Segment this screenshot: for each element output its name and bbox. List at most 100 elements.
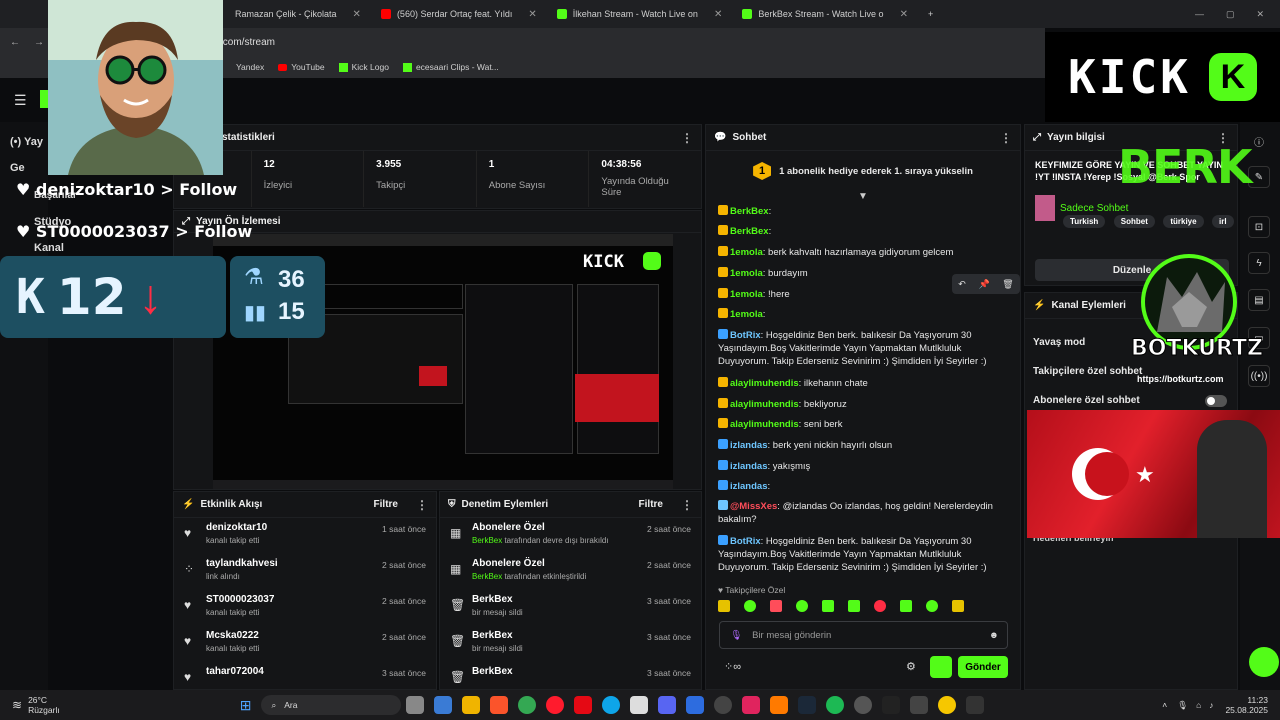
tab-controls[interactable] xyxy=(0,0,40,28)
app-icon[interactable] xyxy=(910,696,929,714)
emote-icon[interactable] xyxy=(900,600,912,612)
emote-icon[interactable] xyxy=(926,600,938,612)
close-window-icon[interactable]: ✕ xyxy=(1256,9,1264,20)
menu-icon[interactable]: ☰ xyxy=(14,92,27,109)
moderation-row[interactable]: ▦ Abonelere Özel BerkBex tarafından devre … xyxy=(440,518,701,554)
chat-username[interactable]: alaylimuhendis xyxy=(730,419,799,430)
clock[interactable]: 11:23 25.08.2025 xyxy=(1225,695,1268,715)
chat-username[interactable]: alaylimuhendis xyxy=(730,399,799,410)
browser-tab-1[interactable]: Ramazan Çelik - Çikolata ✕ xyxy=(225,0,371,28)
chat-message[interactable]: 1emola: berk kahvaltı hazırlamaya gidiyo… xyxy=(718,246,1010,259)
settings-icon[interactable]: ⚙ xyxy=(906,660,916,673)
back-icon[interactable]: ← xyxy=(10,37,20,48)
pinned-gift-banner[interactable]: 1 1 abonelik hediye ederek 1. sıraya yük… xyxy=(706,151,1020,191)
chat-username[interactable]: izlandas xyxy=(730,440,768,451)
sidebar-item-ge[interactable]: Ge xyxy=(10,162,25,174)
weather-widget[interactable]: ≋ 26°C Rüzgarlı xyxy=(12,695,60,715)
emote-icon[interactable] xyxy=(848,600,860,612)
close-icon[interactable]: ✕ xyxy=(528,9,536,20)
url-field[interactable]: .com/stream xyxy=(220,37,275,48)
chat-message[interactable]: izlandas: yakışmış xyxy=(718,460,1010,473)
copilot-icon[interactable] xyxy=(434,696,453,714)
close-icon[interactable]: ✕ xyxy=(714,9,722,20)
bookmark-kick-logo[interactable]: Kick Logo xyxy=(338,62,389,72)
app-icon[interactable] xyxy=(966,696,985,714)
emote-icon[interactable] xyxy=(718,600,730,612)
support-icon[interactable] xyxy=(1249,647,1279,677)
activity-row[interactable]: ⁘ taylandkahvesi link alındı 2 saat önce xyxy=(174,554,436,590)
moderation-row[interactable]: 🗑 BerkBex bir mesajı sildi 3 saat önce xyxy=(440,626,701,662)
more-icon[interactable]: ⋮ xyxy=(681,131,693,145)
browser-tab-3[interactable]: İlkehan Stream - Watch Live on ✕ xyxy=(547,0,733,28)
app-icon[interactable] xyxy=(686,696,705,714)
chat-username[interactable]: 1emola xyxy=(730,309,763,320)
taskbar-search[interactable]: ⌕ Ara xyxy=(261,695,402,715)
chat-username[interactable]: alaylimuhendis xyxy=(730,378,799,389)
opera-icon[interactable] xyxy=(546,696,565,714)
app-icon[interactable] xyxy=(630,696,649,714)
chat-message[interactable]: alaylimuhendis: ilkehanın chate xyxy=(718,377,1010,390)
tag-chip[interactable]: türkiye xyxy=(1163,215,1204,228)
kick-action-icon[interactable] xyxy=(930,656,952,678)
more-icon[interactable]: ⋮ xyxy=(416,498,428,512)
spotify-icon[interactable] xyxy=(826,696,845,714)
task-view-icon[interactable] xyxy=(406,696,425,714)
chat-message[interactable]: BotRix: Hoşgeldiniz Ben berk. balıkesir … xyxy=(718,535,1010,574)
subs-only-toggle[interactable] xyxy=(1205,395,1227,407)
mic-tray-icon[interactable]: 🎙 xyxy=(1177,700,1188,711)
file-explorer-icon[interactable] xyxy=(462,696,481,714)
mic-icon[interactable]: 🎙 xyxy=(730,630,742,641)
delete-icon[interactable]: 🗑 xyxy=(1002,279,1013,290)
sidebar-item-kanal[interactable]: Kanal xyxy=(34,242,64,254)
filter-button[interactable]: Filtre xyxy=(374,499,398,510)
chat-username[interactable]: BerkBex xyxy=(730,206,769,217)
bookmark-yandex[interactable]: Yandex xyxy=(236,62,264,72)
chat-username[interactable]: BotRix xyxy=(730,330,761,341)
edge-icon[interactable] xyxy=(602,696,621,714)
emote-icon[interactable] xyxy=(952,600,964,612)
tag-chip[interactable]: Turkish xyxy=(1063,215,1106,228)
chat-message[interactable]: izlandas: xyxy=(718,480,1010,493)
media-icon[interactable] xyxy=(742,696,761,714)
tag-chip[interactable]: Sohbet xyxy=(1113,215,1155,228)
discord-icon[interactable] xyxy=(658,696,677,714)
app-icon[interactable] xyxy=(854,696,873,714)
chat-message[interactable]: alaylimuhendis: seni berk xyxy=(718,418,1010,431)
chat-message[interactable]: izlandas: berk yeni nickin hayırlı olsun xyxy=(718,439,1010,452)
moderation-row[interactable]: 🗑 BerkBex 3 saat önce xyxy=(440,662,701,689)
volume-icon[interactable]: ♪ xyxy=(1209,700,1213,710)
chat-message[interactable]: @MissXes: @izlandas Oo izlandas, hoş gel… xyxy=(718,500,1010,526)
pin-icon[interactable]: 📌 xyxy=(978,279,989,290)
chat-username[interactable]: 1emola xyxy=(730,268,763,279)
brave-icon[interactable] xyxy=(490,696,509,714)
steam-icon[interactable] xyxy=(798,696,817,714)
chat-username[interactable]: 1emola xyxy=(730,289,763,300)
chat-username[interactable]: @MissXes xyxy=(730,501,777,512)
moderation-row[interactable]: 🗑 BerkBex bir mesajı sildi 3 saat önce xyxy=(440,590,701,626)
chat-username[interactable]: BotRix xyxy=(730,536,761,547)
browser-tab-4[interactable]: BerkBex Stream - Watch Live o ✕ xyxy=(732,0,918,28)
collapse-icon[interactable]: ▼ xyxy=(706,191,1020,202)
chrome-icon[interactable] xyxy=(518,696,537,714)
bookmark-ecesaari[interactable]: ecesaari Clips - Wat... xyxy=(402,62,499,72)
emote-icon[interactable] xyxy=(796,600,808,612)
chat-message[interactable]: 1emola: xyxy=(718,308,1010,321)
chat-message[interactable]: BotRix: Hoşgeldiniz Ben berk. balıkesir … xyxy=(718,329,1010,368)
more-icon[interactable]: ⋮ xyxy=(1000,131,1012,145)
chat-username[interactable]: BerkBex xyxy=(730,226,769,237)
activity-row[interactable]: ♥ tahar072004 3 saat önce xyxy=(174,662,436,689)
netflix-icon[interactable] xyxy=(574,696,593,714)
emoji-icon[interactable]: ☻ xyxy=(989,630,999,641)
filter-button[interactable]: Filtre xyxy=(639,499,663,510)
chat-input[interactable]: 🎙 Bir mesaj gönderin ☻ xyxy=(719,621,1008,649)
chat-username[interactable]: 1emola xyxy=(730,247,763,258)
forward-icon[interactable]: → xyxy=(34,37,44,48)
obs-icon[interactable] xyxy=(714,696,733,714)
chat-message[interactable]: alaylimuhendis: bekliyoruz xyxy=(718,398,1010,411)
network-icon[interactable]: ⌂ xyxy=(1196,700,1201,710)
chat-message[interactable]: BerkBex: xyxy=(718,205,1010,218)
tag-chip[interactable]: irl xyxy=(1212,215,1234,228)
activity-row[interactable]: ♥ ST0000023037 kanalı takip etti 2 saat önc… xyxy=(174,590,436,626)
tray-chevron-icon[interactable]: ˄ xyxy=(1162,700,1167,710)
expand-icon[interactable]: ⤢ xyxy=(1033,132,1041,143)
